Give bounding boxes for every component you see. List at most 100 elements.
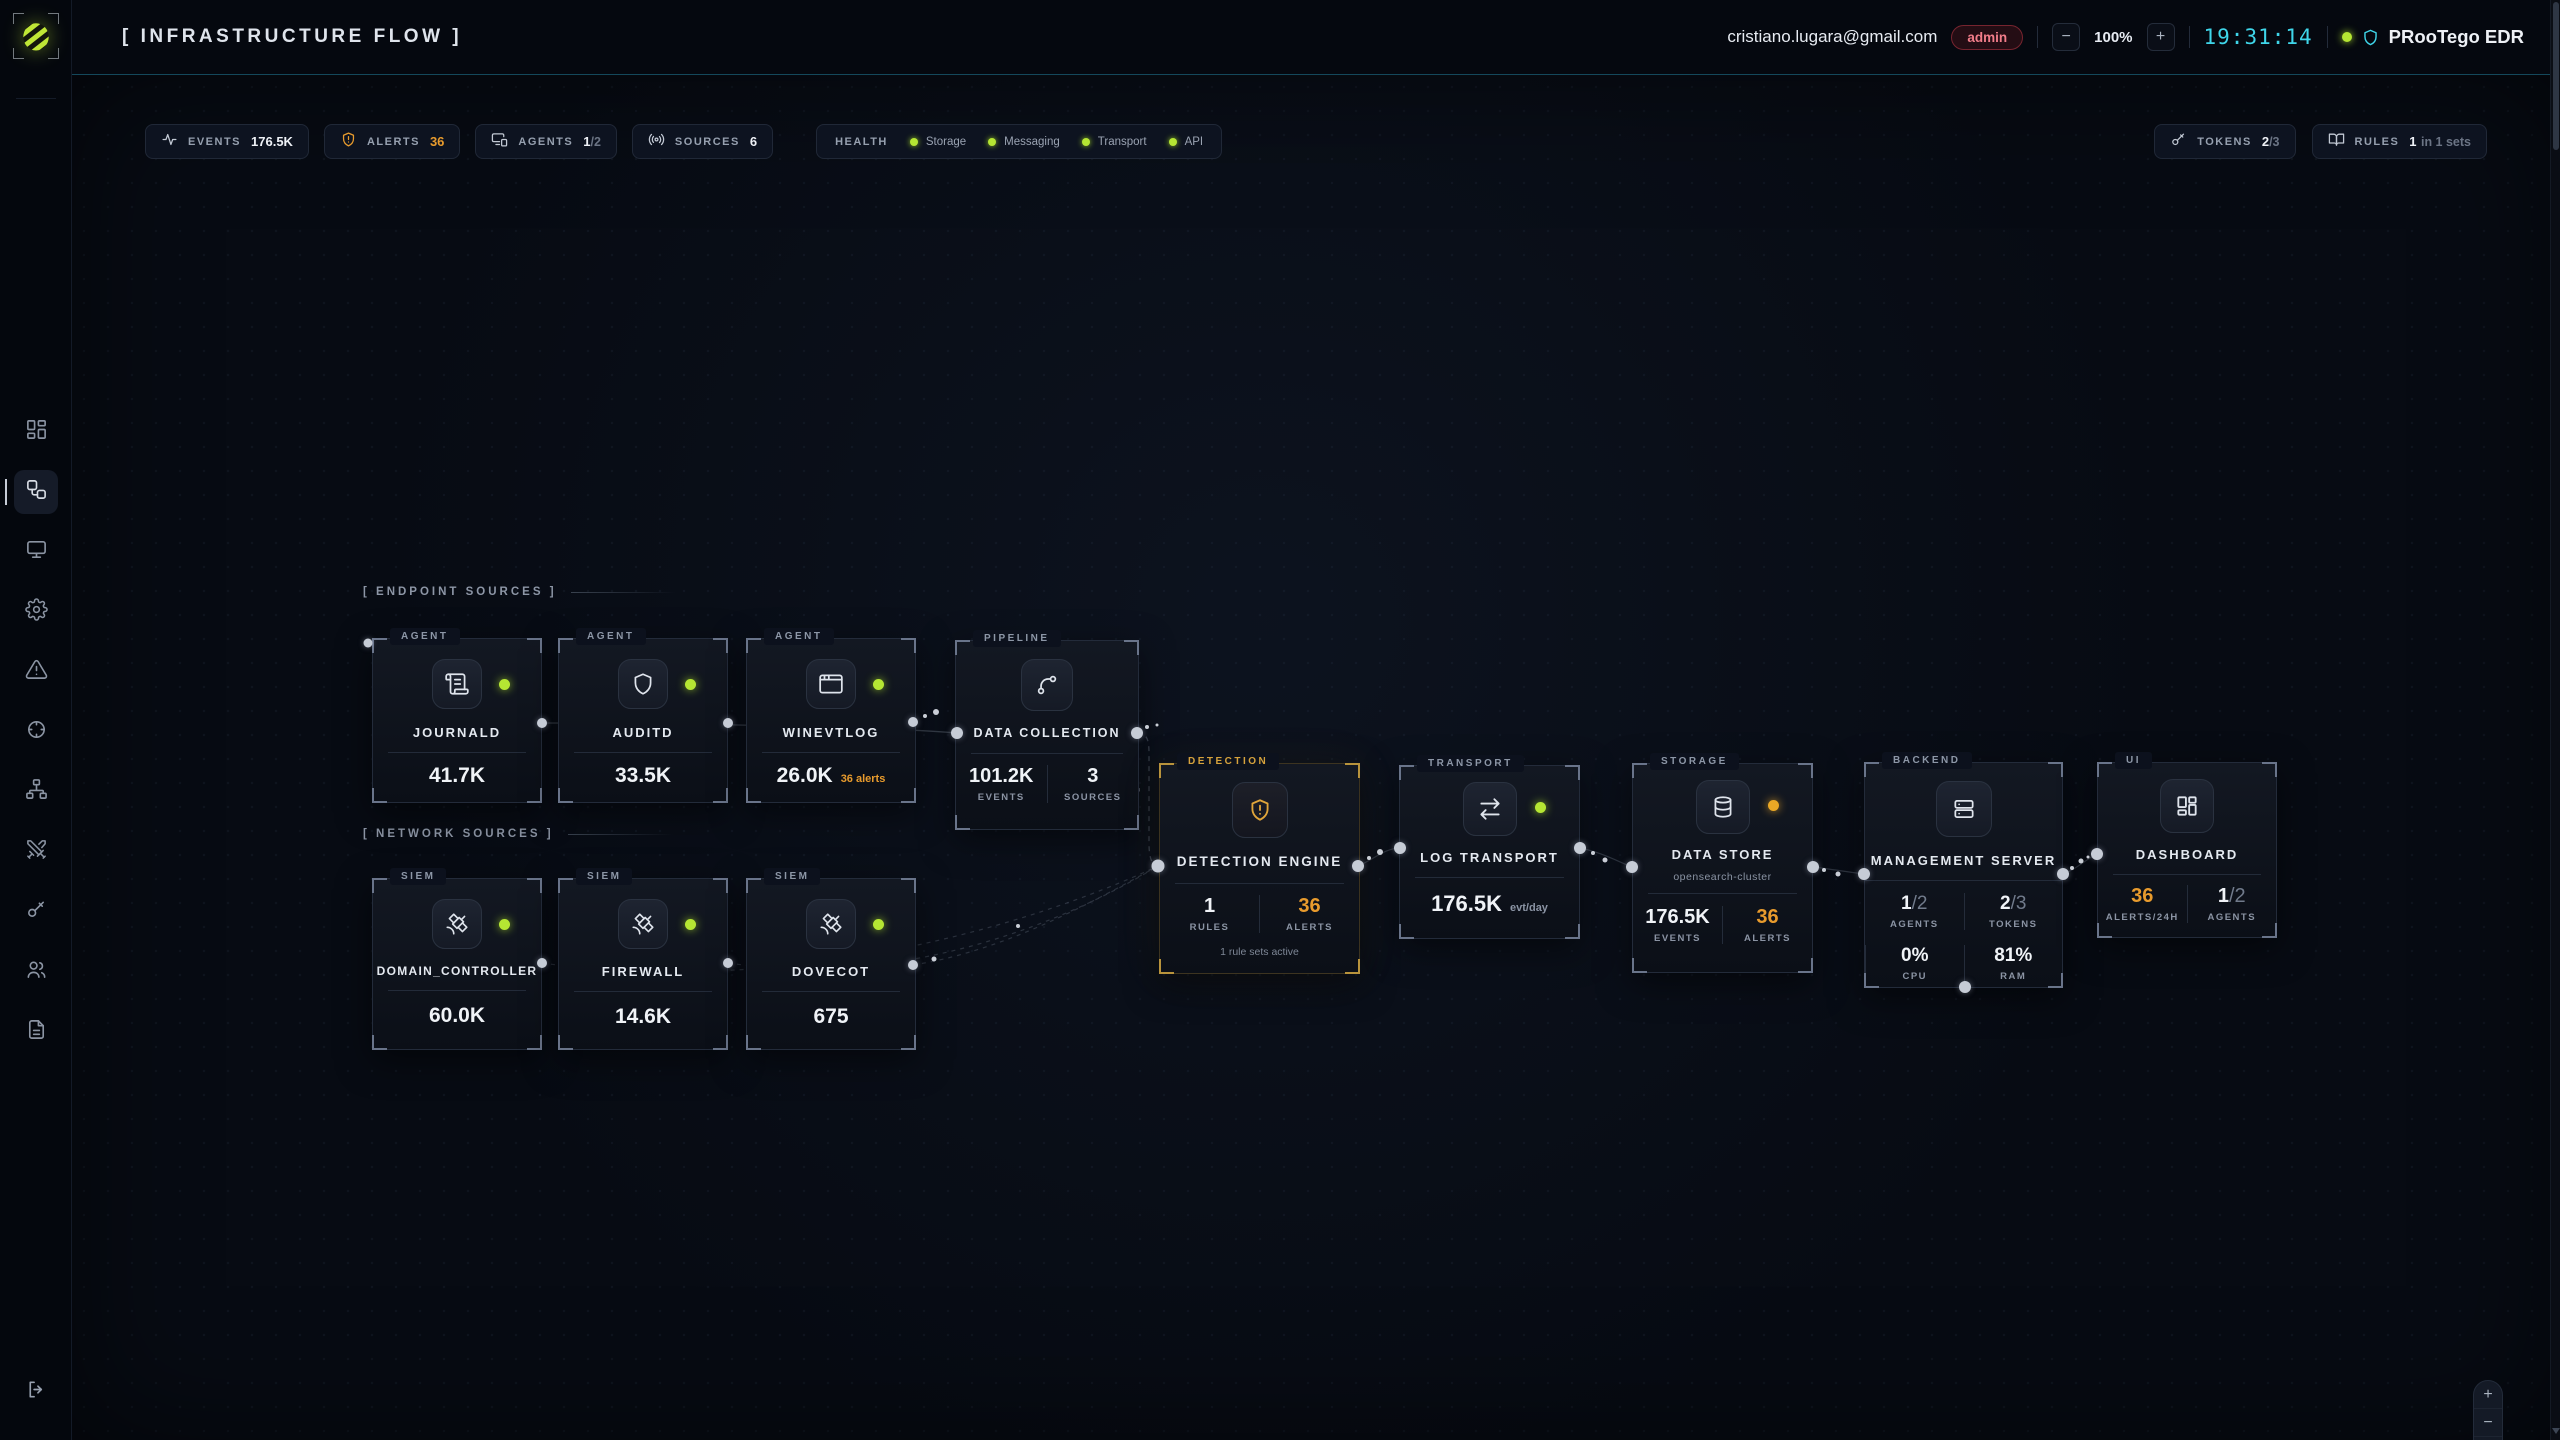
node-log-transport[interactable]: TRANSPORT LOG TRANSPORT 176.5Kevt/day [1399,765,1580,939]
connection-dot[interactable] [1352,860,1364,872]
node-divider [388,752,526,753]
health-dot [988,138,996,146]
particle [1367,856,1371,860]
crosshair-icon [25,718,48,746]
sidebar-item-attack-sim[interactable] [14,830,58,874]
monitor-icon [25,538,48,566]
particle [1591,851,1595,855]
node-data-store[interactable]: STORAGE DATA STORE opensearch-cluster 17… [1632,763,1813,973]
node-firewall[interactable]: SIEM FIREWALL 14.6K [558,878,728,1050]
header-zoom-out-button[interactable]: − [2052,23,2080,51]
connection-dot[interactable] [1959,981,1971,993]
canvas-zoom-in-button[interactable]: + [2474,1381,2502,1409]
connection-dot[interactable] [1626,861,1638,873]
node-divider [388,990,526,991]
brand-name: PRooTego EDR [2389,26,2524,48]
connection-dot[interactable] [537,718,547,728]
node-divider [2113,874,2261,875]
connection-dot[interactable] [908,717,918,727]
alerts-chip[interactable]: ALERTS 36 [324,124,460,159]
scrollbar-down-arrow[interactable] [2552,1428,2560,1434]
particle [1145,725,1149,729]
health-dot [1082,138,1090,146]
connection-dot[interactable] [723,958,733,968]
connection-dot[interactable] [537,958,547,968]
node-dovecot[interactable]: SIEM DOVECOT 675 [746,878,916,1050]
node-divider [971,753,1123,754]
scrollbar-thumb[interactable] [2553,2,2559,150]
sidebar-item-reports[interactable] [14,1010,58,1054]
node-journald[interactable]: AGENT JOURNALD 41.7K [372,638,542,803]
connection-dot[interactable] [1131,727,1143,739]
app-logo[interactable] [13,13,59,59]
node-management-server[interactable]: BACKEND MANAGEMENT SERVER 1/2AGENTS 2/3T… [1864,762,2063,988]
sidebar-item-detection[interactable] [14,710,58,754]
connection-dot[interactable] [1394,842,1406,854]
node-auditd[interactable]: AGENT AUDITD 33.5K [558,638,728,803]
stat-events: 176.5KEVENTS [1633,906,1722,944]
agents-chip[interactable]: AGENTS 1/2 [475,124,617,159]
layout-dashboard-icon [25,418,48,446]
node-domain-controller[interactable]: SIEM DOMAIN_CONTROLLER 60.0K [372,878,542,1050]
file-text-icon [25,1018,48,1046]
flow-canvas[interactable]: EVENTS 176.5K ALERTS 36 AGENTS 1/2 SOURC… [72,75,2560,1440]
connection-dot[interactable] [951,727,963,739]
stat-tokens: 2/3TOKENS [1964,893,2063,930]
connection-dot[interactable] [364,639,373,648]
node-value: 675 [747,1005,915,1029]
satellite-icon [806,899,856,949]
sources-chip[interactable]: SOURCES 6 [632,124,773,159]
sidebar-item-infrastructure-flow[interactable] [14,470,58,514]
swords-icon [25,838,48,866]
satellite-icon [432,899,482,949]
sidebar-item-alerts[interactable] [14,650,58,694]
particle [1603,858,1608,863]
header-zoom-in-button[interactable]: + [2147,23,2175,51]
node-detection-engine[interactable]: DETECTION DETECTION ENGINE 1RULES 36ALER… [1159,763,1360,974]
sidebar-item-monitoring[interactable] [14,530,58,574]
sidebar-item-users[interactable] [14,950,58,994]
sidebar-item-keys[interactable] [14,890,58,934]
logout-button[interactable] [14,1370,58,1414]
status-dot [1535,802,1546,813]
activity-icon [161,131,178,153]
book-open-icon [2328,131,2345,153]
node-data-collection[interactable]: PIPELINE DATA COLLECTION 101.2KEVENTS 3S… [955,640,1139,830]
node-name: DATA STORE [1633,847,1812,862]
workflow-icon [25,478,48,506]
node-name: FIREWALL [559,964,727,979]
page-scrollbar[interactable] [2550,0,2560,1440]
user-email: cristiano.lugara@gmail.com [1727,27,1937,47]
connection-dot[interactable] [1574,842,1586,854]
node-winevtlog[interactable]: AGENT WINEVTLOG 26.0K36 alerts [746,638,916,803]
node-name: LOG TRANSPORT [1400,850,1579,865]
node-stats: 36ALERTS/24H 1/2AGENTS [2098,885,2276,923]
connection-dot[interactable] [1858,868,1870,880]
particle [932,957,937,962]
connection-dot[interactable] [908,960,918,970]
connection-dot[interactable] [1807,861,1819,873]
events-chip[interactable]: EVENTS 176.5K [145,124,309,159]
connection-dot[interactable] [2091,848,2103,860]
node-name: DASHBOARD [2098,847,2276,862]
node-divider [762,752,900,753]
sidebar-item-dashboard[interactable] [14,410,58,454]
health-panel: HEALTH Storage Messaging Transport API [816,124,1222,159]
particle [2070,866,2074,870]
git-branch-icon [1021,659,1073,711]
health-dot [910,138,918,146]
tokens-chip[interactable]: TOKENS 2/3 [2154,124,2295,159]
sidebar-item-topology[interactable] [14,770,58,814]
canvas-zoom-out-button[interactable]: − [2474,1409,2502,1437]
section-network-sources: [ NETWORK SOURCES ] [363,828,673,840]
sidebar-item-settings[interactable] [14,590,58,634]
layout-dashboard-icon [2160,779,2214,833]
connection-dot[interactable] [2057,868,2069,880]
connection-dot[interactable] [1152,860,1165,873]
rules-chip[interactable]: RULES 1 in 1 sets [2312,124,2488,159]
node-value: 14.6K [559,1005,727,1029]
node-dashboard[interactable]: UI DASHBOARD 36ALERTS/24H 1/2AGENTS [2097,762,2277,938]
health-item-transport: Transport [1082,136,1147,148]
connection-dot[interactable] [723,718,733,728]
shield-icon [2361,27,2380,48]
